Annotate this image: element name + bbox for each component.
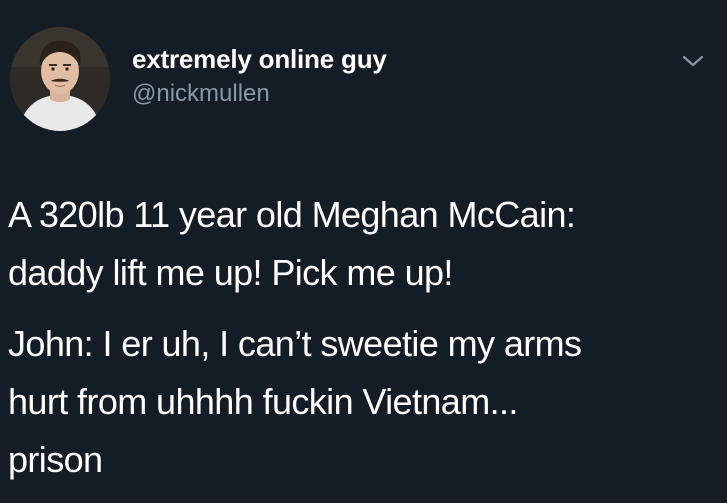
tweet-text-line: A 320lb 11 year old Meghan McCain: [8, 194, 576, 235]
tweet-text-line: hurt from uhhhh fuckin Vietnam... [8, 381, 518, 422]
tweet-card: extremely online guy @nickmullen A 320lb… [0, 0, 727, 503]
author-display-name[interactable]: extremely online guy [132, 44, 387, 75]
tweet-paragraph: A 320lb 11 year old Meghan McCain: daddy… [8, 186, 718, 302]
profile-photo-icon [10, 27, 110, 131]
author-handle[interactable]: @nickmullen [132, 80, 270, 108]
tweet-text: A 320lb 11 year old Meghan McCain: daddy… [8, 186, 718, 489]
author-avatar[interactable] [10, 27, 110, 131]
tweet-text-line: prison [8, 439, 103, 480]
tweet-paragraph: John: I er uh, I can’t sweetie my arms h… [8, 315, 718, 489]
tweet-text-line: daddy lift me up! Pick me up! [8, 252, 453, 293]
tweet-text-line: John: I er uh, I can’t sweetie my arms [8, 323, 582, 364]
chevron-down-icon[interactable] [680, 52, 706, 70]
